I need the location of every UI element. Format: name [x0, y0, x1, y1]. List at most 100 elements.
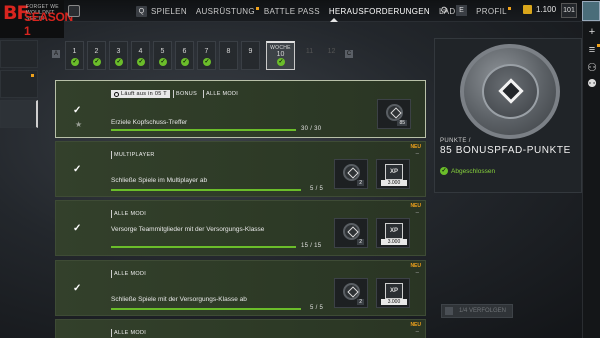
- diamond-icon: [498, 78, 524, 104]
- nav-ausruestung[interactable]: AUSRÜSTUNG: [196, 6, 259, 16]
- sidebar-item[interactable]: [0, 40, 38, 68]
- week-tab-10[interactable]: WOCHE 10 ✓: [266, 41, 295, 70]
- reward-value: 3.000: [381, 239, 407, 245]
- collapse-icon[interactable]: –: [416, 151, 419, 157]
- new-tag: NEU: [410, 203, 421, 209]
- nav-next-key[interactable]: E: [456, 5, 467, 16]
- clock-icon: [114, 91, 119, 97]
- reward-badge[interactable]: 2: [334, 159, 368, 189]
- points-label: PUNKTE /: [440, 138, 471, 144]
- emblem-icon: [68, 5, 80, 17]
- mode-tag: ALLE MODI: [111, 210, 149, 218]
- nav-battle-pass[interactable]: BATTLE PASS: [264, 7, 320, 16]
- avatar[interactable]: [582, 1, 600, 21]
- week-number: 7: [204, 48, 209, 55]
- new-tag: NEU: [410, 144, 421, 150]
- challenge-card[interactable]: NEU – ALLE MODI: [55, 319, 426, 338]
- new-tag: NEU: [410, 263, 421, 269]
- check-icon: ✓: [73, 283, 82, 294]
- week-number: 9: [248, 48, 253, 55]
- player-level: 101: [561, 3, 577, 18]
- week-tab-7[interactable]: 7 ✓: [197, 41, 216, 70]
- check-icon: ✓: [73, 105, 82, 116]
- mode-tag: MULTIPLAYER: [111, 151, 158, 159]
- challenge-card[interactable]: ✓ NEU – MULTIPLAYER Schließe Spiele im M…: [55, 141, 426, 197]
- sidebar-item[interactable]: [0, 70, 38, 98]
- party-icon[interactable]: ⚇: [586, 62, 598, 74]
- check-icon: ✓: [73, 164, 82, 175]
- week-prev-key[interactable]: A: [52, 50, 60, 58]
- challenge-description: Erziele Kopfschuss-Treffer: [111, 119, 188, 126]
- progress-text: 5 / 5: [310, 186, 324, 192]
- check-icon: ✓: [93, 58, 101, 66]
- nav-profil[interactable]: PROFIL: [476, 6, 511, 16]
- logo-season: SEASON 1: [24, 10, 73, 38]
- tag-row: ALLE MODI: [111, 210, 152, 218]
- bonus-medal-icon: [460, 44, 560, 139]
- completion-status: ✓ Abgeschlossen: [440, 167, 495, 175]
- nav-herausforderungen[interactable]: HERAUSFORDERUNGEN: [329, 7, 430, 16]
- reward-xp[interactable]: XP 3.000: [376, 278, 410, 308]
- mode-tag: ALLE MODI: [203, 90, 241, 98]
- status-column: ✓: [56, 261, 101, 315]
- challenge-card[interactable]: ✓ NEU – ALLE MODI Versorge Teammitgliede…: [55, 200, 426, 256]
- nav-spielen[interactable]: SPIELEN: [151, 7, 187, 16]
- sidebar-item-selected[interactable]: [0, 100, 38, 128]
- reward-badge[interactable]: 2: [334, 218, 368, 248]
- check-icon: ✓: [71, 58, 79, 66]
- xp-icon: XP: [385, 283, 403, 299]
- progress-bar: [111, 129, 296, 131]
- tag-row: MULTIPLAYER: [111, 151, 161, 159]
- gear-icon[interactable]: ⚙: [440, 5, 448, 16]
- track-button[interactable]: 1/4 VERFOLGEN: [441, 304, 513, 318]
- week-tab-1[interactable]: 1 ✓: [65, 41, 84, 70]
- week-tab-4[interactable]: 4 ✓: [131, 41, 150, 70]
- week-number: 1: [72, 48, 77, 55]
- week-number: 8: [226, 48, 231, 55]
- notification-dot: [31, 74, 34, 77]
- check-icon: ✓: [73, 223, 82, 234]
- challenge-card[interactable]: ✓ ★ Läuft aus in 05 T BONUS ALLE MODI Er…: [55, 80, 426, 138]
- friends-icon[interactable]: ⚉: [586, 78, 598, 90]
- mode-tag: BONUS: [172, 90, 200, 98]
- collapse-icon[interactable]: –: [416, 329, 419, 335]
- week-tab-9[interactable]: 9: [241, 41, 260, 70]
- week-number: 5: [160, 48, 165, 55]
- season-logo: BF FORGET WE WOULDN'T SEE IN SEASON 1: [0, 0, 73, 38]
- timer-text: Läuft aus in 05 T: [121, 91, 167, 97]
- tag-row: ALLE MODI: [111, 270, 152, 278]
- progress-bar: [111, 246, 296, 248]
- star-icon: ★: [75, 120, 83, 129]
- check-icon: ✓: [277, 58, 285, 66]
- week-tab-6[interactable]: 6 ✓: [175, 41, 194, 70]
- reward-value: 2: [357, 239, 364, 245]
- reward-badge[interactable]: 2: [334, 278, 368, 308]
- week-tab-2[interactable]: 2 ✓: [87, 41, 106, 70]
- challenge-card[interactable]: ✓ NEU – ALLE MODI Schließe Spiele mit de…: [55, 260, 426, 316]
- cod-points-icon: [523, 5, 532, 14]
- week-tab-5[interactable]: 5 ✓: [153, 41, 172, 70]
- week-tab-8[interactable]: 8: [219, 41, 238, 70]
- reward-xp[interactable]: XP 3.000: [376, 218, 410, 248]
- currency-display[interactable]: 1.100: [523, 5, 556, 14]
- reward-xp[interactable]: XP 3.000: [376, 159, 410, 189]
- timer-tag: Läuft aus in 05 T: [111, 90, 170, 98]
- collapse-icon[interactable]: –: [416, 270, 419, 276]
- mode-tag: ALLE MODI: [111, 270, 149, 278]
- week-number: 11: [305, 48, 314, 55]
- active-tab-indicator: [330, 18, 338, 22]
- tag-row: ALLE MODI: [111, 329, 152, 337]
- collapse-icon[interactable]: –: [416, 210, 419, 216]
- week-tab-3[interactable]: 3 ✓: [109, 41, 128, 70]
- plus-icon[interactable]: +: [586, 26, 598, 38]
- check-icon: ✓: [203, 58, 211, 66]
- progress-text: 5 / 5: [310, 305, 324, 311]
- reward-value: 3.000: [381, 180, 407, 186]
- week-next-key[interactable]: C: [345, 50, 353, 58]
- medal-inner: [482, 64, 539, 119]
- nav-prev-key[interactable]: Q: [136, 5, 147, 17]
- week-number: 6: [182, 48, 187, 55]
- progress-bar: [111, 308, 301, 310]
- status-column: ✓ ★: [56, 81, 101, 137]
- reward-badge[interactable]: 85: [377, 99, 411, 129]
